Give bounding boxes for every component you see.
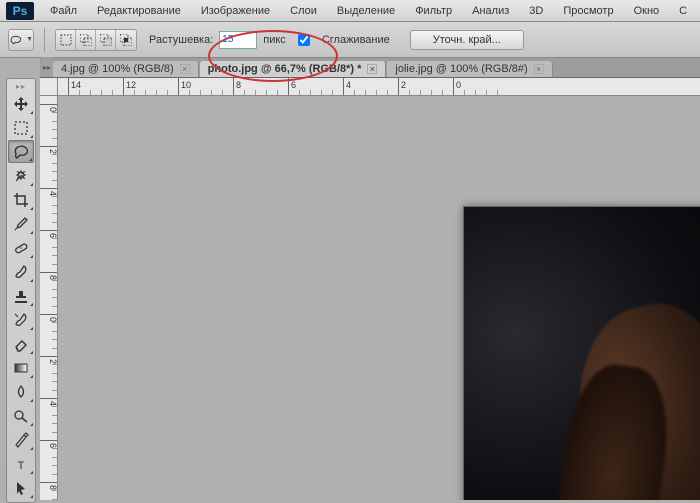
healing-tool[interactable]: [8, 236, 34, 259]
ruler-tick: 2: [398, 78, 406, 96]
menu-edit[interactable]: Редактирование: [87, 2, 191, 20]
workspace: 14121086420 0246802468: [40, 78, 700, 500]
tab-label: 4.jpg @ 100% (RGB/8): [61, 63, 174, 75]
chevron-down-icon: ▼: [26, 36, 33, 43]
flyout-indicator-icon: [30, 183, 33, 186]
panel-grip-icon[interactable]: ▸▸: [7, 81, 35, 91]
ruler-tick: 2: [40, 146, 58, 154]
canvas[interactable]: [58, 96, 700, 500]
flyout-indicator-icon: [30, 423, 33, 426]
ruler-origin[interactable]: [40, 78, 58, 96]
document-tabs: ▸▸ 4.jpg @ 100% (RGB/8) × photo.jpg @ 66,…: [40, 58, 700, 78]
menu-image[interactable]: Изображение: [191, 2, 280, 20]
ruler-tick: 6: [40, 440, 58, 448]
selection-mode-group: [55, 29, 137, 51]
feather-label: Растушевка:: [149, 34, 213, 46]
flyout-indicator-icon: [30, 135, 33, 138]
tool-panel: ▸▸ T: [6, 78, 36, 503]
menu-view[interactable]: Просмотр: [553, 2, 623, 20]
flyout-indicator-icon: [30, 111, 33, 114]
menu-help-truncated[interactable]: С: [669, 2, 697, 20]
tab-label: photo.jpg @ 66,7% (RGB/8*) *: [208, 63, 362, 75]
antialias-label: Сглаживание: [322, 34, 390, 46]
crop-tool[interactable]: [8, 188, 34, 211]
selection-add-icon[interactable]: [76, 30, 96, 50]
menu-select[interactable]: Выделение: [327, 2, 405, 20]
eyedropper-tool[interactable]: [8, 212, 34, 235]
feather-unit: пикс: [263, 34, 286, 46]
ruler-tick: 6: [40, 230, 58, 238]
pen-tool[interactable]: [8, 428, 34, 451]
selection-new-icon[interactable]: [56, 30, 76, 50]
flyout-indicator-icon: [30, 447, 33, 450]
type-tool[interactable]: T: [8, 452, 34, 475]
active-tool-icon[interactable]: ▼: [8, 29, 34, 51]
move-tool[interactable]: [8, 92, 34, 115]
quick-select-tool[interactable]: [8, 164, 34, 187]
options-bar: ▼ Растушевка: пикс Сглаживание Уточн. кр…: [0, 22, 700, 58]
marquee-tool[interactable]: [8, 116, 34, 139]
flyout-indicator-icon: [30, 279, 33, 282]
ruler-tick: 0: [40, 104, 58, 112]
tab-collapse-icon[interactable]: ▸▸: [41, 57, 53, 77]
flyout-indicator-icon: [30, 255, 33, 258]
close-icon[interactable]: ×: [534, 64, 544, 74]
menu-3d[interactable]: 3D: [519, 2, 553, 20]
close-icon[interactable]: ×: [367, 64, 377, 74]
svg-text:T: T: [18, 460, 25, 472]
ruler-vertical[interactable]: 0 2 4 6 8 0 2 4 6 8: [40, 96, 58, 500]
ruler-tick: 8: [40, 482, 58, 490]
flyout-indicator-icon: [30, 495, 33, 498]
flyout-indicator-icon: [30, 351, 33, 354]
flyout-indicator-icon: [30, 207, 33, 210]
flyout-indicator-icon: [30, 471, 33, 474]
flyout-indicator-icon: [29, 158, 32, 161]
menu-bar: Ps Файл Редактирование Изображение Слои …: [0, 0, 700, 22]
brush-tool[interactable]: [8, 260, 34, 283]
menu-layers[interactable]: Слои: [280, 2, 327, 20]
ruler-tick: 2: [40, 356, 58, 364]
selection-subtract-icon[interactable]: [96, 30, 116, 50]
antialias-checkbox[interactable]: [298, 34, 310, 46]
ruler-tick: 4: [40, 398, 58, 406]
feather-input[interactable]: [219, 31, 257, 49]
flyout-indicator-icon: [30, 303, 33, 306]
path-select-tool[interactable]: [8, 476, 34, 499]
stamp-tool[interactable]: [8, 284, 34, 307]
tab-doc-1[interactable]: photo.jpg @ 66,7% (RGB/8*) * ×: [200, 61, 387, 77]
menu-filter[interactable]: Фильтр: [405, 2, 462, 20]
menu-file[interactable]: Файл: [40, 2, 87, 20]
separator: [44, 28, 45, 52]
ruler-horizontal[interactable]: 14121086420: [58, 78, 700, 96]
ruler-tick: 4: [40, 188, 58, 196]
dodge-tool[interactable]: [8, 404, 34, 427]
eraser-tool[interactable]: [8, 332, 34, 355]
blur-tool[interactable]: [8, 380, 34, 403]
ruler-tick: 4: [343, 78, 351, 96]
ruler-tick: 8: [233, 78, 241, 96]
selection-intersect-icon[interactable]: [116, 30, 136, 50]
ruler-tick: 0: [40, 314, 58, 322]
tab-doc-0[interactable]: 4.jpg @ 100% (RGB/8) ×: [53, 61, 199, 77]
flyout-indicator-icon: [30, 375, 33, 378]
menu-window[interactable]: Окно: [624, 2, 670, 20]
close-icon[interactable]: ×: [180, 64, 190, 74]
refine-edge-button[interactable]: Уточн. край...: [410, 30, 524, 50]
flyout-indicator-icon: [30, 399, 33, 402]
menu-analysis[interactable]: Анализ: [462, 2, 519, 20]
tab-label: jolie.jpg @ 100% (RGB/8#): [395, 63, 527, 75]
history-brush-tool[interactable]: [8, 308, 34, 331]
ruler-tick: 0: [453, 78, 461, 96]
ruler-tick: 8: [40, 272, 58, 280]
gradient-tool[interactable]: [8, 356, 34, 379]
tab-doc-2[interactable]: jolie.jpg @ 100% (RGB/8#) ×: [387, 61, 552, 77]
document-image[interactable]: [463, 206, 700, 500]
ruler-tick: 6: [288, 78, 296, 96]
flyout-indicator-icon: [30, 231, 33, 234]
app-logo: Ps: [6, 2, 34, 20]
flyout-indicator-icon: [30, 327, 33, 330]
lasso-tool[interactable]: [8, 140, 34, 163]
